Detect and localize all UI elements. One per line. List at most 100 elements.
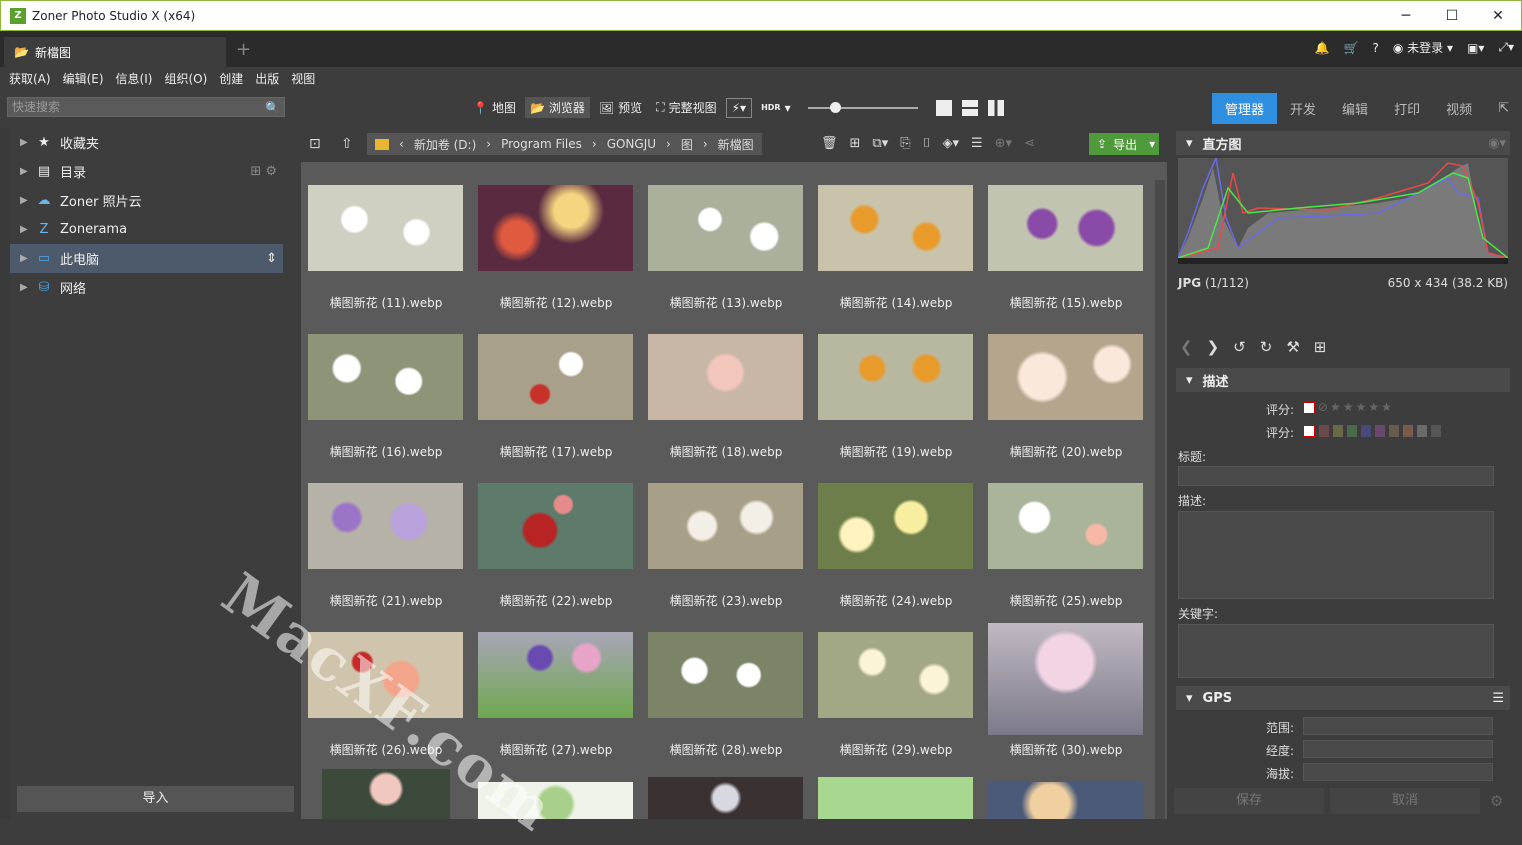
add-icon[interactable]: ⊞ — [1314, 338, 1327, 356]
menu-item-acquire[interactable]: 获取(A) — [9, 70, 51, 87]
rating-reject-icon[interactable] — [1303, 402, 1315, 414]
color-swatch[interactable] — [1417, 425, 1427, 437]
next-icon[interactable]: ❯ — [1207, 338, 1220, 356]
thumbnail-cell[interactable]: 横图新花 (21).webp — [308, 483, 464, 623]
gear-icon[interactable]: ⚙ — [1490, 792, 1503, 810]
nav-item-catalog[interactable]: ▶ ▤ 目录 ⊞ ⚙ — [10, 157, 283, 186]
color-swatch[interactable] — [1389, 425, 1399, 437]
menu-item-create[interactable]: 创建 — [219, 70, 243, 87]
thumbnail-cell[interactable]: 横图新花 (22).webp — [478, 483, 634, 623]
mode-map-button[interactable]: 📍 地图 — [468, 97, 521, 118]
add-tab-button[interactable]: + — [236, 39, 251, 60]
sidebar-collapse-strip[interactable] — [0, 128, 10, 819]
gps-header[interactable]: ▾ GPS ☰ — [1176, 686, 1510, 710]
menu-item-publish[interactable]: 出版 — [255, 70, 279, 87]
tab-manager[interactable]: 管理器 — [1212, 93, 1278, 124]
thumbnail-image[interactable] — [818, 777, 973, 819]
cart-icon[interactable]: 🛒 — [1344, 41, 1359, 55]
thumbnail-image[interactable] — [648, 777, 803, 819]
filter-icon[interactable]: ☰ — [971, 136, 983, 151]
thumbnail-cell[interactable]: 横图新花 (18).webp — [648, 334, 804, 474]
thumbnail-cell[interactable]: 横图新花 (24).webp — [818, 483, 974, 623]
menu-icon[interactable]: ☰ — [1492, 691, 1504, 706]
thumbnail-cell[interactable]: 横图新花 (13).webp — [648, 185, 804, 325]
tab-develop[interactable]: 开发 — [1277, 93, 1329, 124]
color-swatch[interactable] — [1375, 425, 1385, 437]
histogram-header[interactable]: ▾ 直方图 ◉▾ — [1176, 131, 1510, 155]
hdr-button[interactable]: HDR ▾ — [756, 99, 796, 117]
nav-item-favorites[interactable]: ▶ ★ 收藏夹 — [10, 128, 283, 157]
rotate-right-icon[interactable]: ↻ — [1260, 338, 1273, 356]
account-button[interactable]: ◉ 未登录 ▾ — [1393, 39, 1453, 56]
color-swatch[interactable] — [1319, 425, 1329, 437]
breadcrumb-item[interactable]: GONGJU — [607, 137, 656, 151]
cancel-button[interactable]: 取消 — [1330, 788, 1480, 814]
rename-icon[interactable]: ⌷ — [923, 136, 931, 151]
menu-item-view[interactable]: 视图 — [291, 70, 315, 87]
thumbnail-cell[interactable]: 横图新花 (19).webp — [818, 334, 974, 474]
color-swatch[interactable] — [1347, 425, 1357, 437]
tools-icon[interactable]: ⚒ — [1286, 338, 1299, 356]
thumbnail-image[interactable] — [478, 782, 633, 819]
trash-icon[interactable]: 🗑 — [821, 136, 838, 151]
describe-header[interactable]: ▾ 描述 — [1176, 368, 1510, 392]
paste-icon[interactable]: ⎘ — [900, 136, 910, 151]
mode-browser-button[interactable]: 📂 浏览器 — [524, 97, 590, 118]
thumbnail-cell[interactable]: 横图新花 (25).webp — [988, 483, 1144, 623]
back-icon[interactable]: ‹ — [399, 137, 404, 151]
monitor-menu-icon[interactable]: ▣▾ — [1467, 41, 1484, 55]
close-button[interactable]: ✕ — [1475, 1, 1521, 31]
tab-current[interactable]: 📂 新檔图 — [4, 37, 226, 67]
thumbnail-cell[interactable]: 横图新花 (28).webp — [648, 632, 804, 772]
color-swatch[interactable] — [1361, 425, 1371, 437]
split-horizontal-icon[interactable] — [961, 99, 978, 116]
sort-icon[interactable]: ⇕ — [266, 251, 277, 266]
menu-item-info[interactable]: 信息(I) — [116, 70, 153, 87]
catalog-tools-icons[interactable]: ⊞ ⚙ — [250, 164, 277, 179]
rotate-left-icon[interactable]: ↺ — [1233, 338, 1246, 356]
nav-item-this-pc[interactable]: ▶ ▭ 此电脑 ⇕ — [10, 244, 283, 273]
color-swatch[interactable] — [1403, 425, 1413, 437]
share-icon[interactable]: ⋖ — [1024, 136, 1035, 151]
histogram-options-icon[interactable]: ◉▾ — [1488, 136, 1506, 151]
keywords-field[interactable] — [1178, 624, 1494, 678]
mode-preview-button[interactable]: 🖼 预览 — [594, 97, 647, 118]
maximize-button[interactable]: ☐ — [1429, 1, 1475, 31]
new-folder-icon[interactable]: ⊞ — [850, 136, 861, 151]
split-vertical-icon[interactable] — [987, 99, 1004, 116]
menu-item-edit[interactable]: 编辑(E) — [63, 70, 104, 87]
breadcrumb-item[interactable]: 图 — [681, 136, 693, 153]
previous-icon[interactable]: ❮ — [1180, 338, 1193, 356]
select-icon[interactable]: ⊡ — [309, 136, 321, 152]
nav-item-zonerama[interactable]: ▶ Z Zonerama — [10, 215, 283, 244]
gps-range-field[interactable] — [1303, 717, 1493, 735]
expand-icon[interactable]: ⤢▾ — [1498, 40, 1514, 55]
help-icon[interactable]: ? — [1372, 41, 1378, 55]
breadcrumb-item[interactable]: 新檔图 — [718, 136, 754, 153]
tab-video[interactable]: 视频 — [1433, 93, 1485, 124]
mode-fullview-button[interactable]: ⛶ 完整视图 — [651, 97, 721, 118]
slider-knob[interactable] — [829, 101, 841, 113]
popout-icon[interactable]: ⇱ — [1485, 95, 1522, 122]
thumbnail-cell[interactable]: 横图新花 (17).webp — [478, 334, 634, 474]
thumbnail-cell[interactable]: 横图新花 (15).webp — [988, 185, 1144, 325]
menu-item-organize[interactable]: 组织(O) — [164, 70, 207, 87]
thumbnail-cell[interactable]: 横图新花 (23).webp — [648, 483, 804, 623]
gps-altitude-field[interactable] — [1303, 763, 1493, 781]
thumbnail-image[interactable] — [322, 769, 450, 819]
thumbnail-cell[interactable]: 横图新花 (11).webp — [308, 185, 464, 325]
thumbnail-cell[interactable]: 横图新花 (30).webp — [988, 623, 1144, 772]
folder-up-icon[interactable]: ⇧ — [341, 136, 353, 152]
export-button[interactable]: ⇪ 导出 ▾ — [1089, 133, 1159, 155]
thumbnail-cell[interactable]: 横图新花 (16).webp — [308, 334, 464, 474]
minimize-button[interactable]: ─ — [1383, 1, 1429, 31]
thumbnail-cell[interactable]: 横图新花 (26).webp — [308, 632, 464, 772]
layers-icon[interactable]: ◈▾ — [942, 136, 959, 151]
thumbnail-cell[interactable]: 横图新花 (29).webp — [818, 632, 974, 772]
rating-stars[interactable]: ⊘★★★★★ — [1318, 400, 1394, 414]
disabled-tool-icon[interactable]: ⊕▾ — [995, 136, 1012, 151]
thumbnail-cell[interactable]: 横图新花 (14).webp — [818, 185, 974, 325]
color-none-icon[interactable] — [1303, 425, 1315, 437]
bell-icon[interactable]: 🔔 — [1315, 41, 1330, 55]
thumbnail-cell[interactable]: 横图新花 (20).webp — [988, 334, 1144, 474]
